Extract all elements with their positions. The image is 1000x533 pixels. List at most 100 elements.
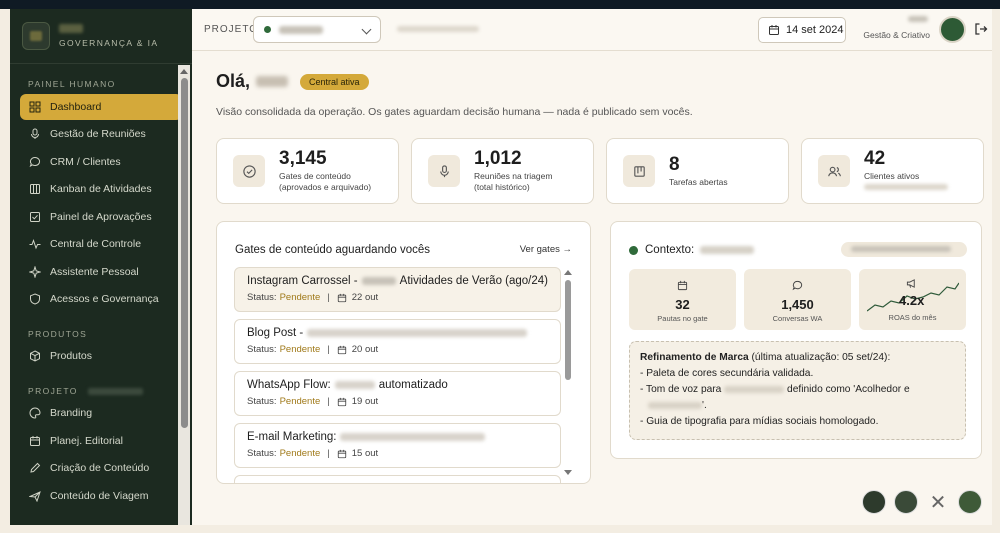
gate-item[interactable]: Blog Post - Status: Pendente | 20 out — [234, 319, 561, 364]
metric-value: 4.2x — [899, 293, 925, 308]
gate-meta: Status: Pendente | 22 out — [247, 292, 379, 303]
board-icon — [623, 155, 655, 187]
status-pending: Pendente — [279, 344, 321, 355]
sidebar-item-central[interactable]: Central de Controle — [20, 231, 182, 257]
approval-icon — [28, 210, 42, 224]
gate-title: WhatsApp Flow: automatizado — [247, 379, 448, 391]
sidebar-item-dashboard[interactable]: Dashboard — [20, 93, 182, 120]
x-icon[interactable]: ✕ — [926, 490, 950, 514]
sidebar-item-label: Central de Controle — [50, 238, 142, 250]
gate-date: 22 out — [351, 292, 379, 303]
project-desc-blurred — [397, 26, 479, 32]
brand: GOVERNANÇA & IA — [10, 9, 192, 64]
megaphone-icon — [906, 279, 915, 288]
sidebar-item-viagem[interactable]: Conteúdo de Viagem — [20, 483, 182, 509]
avatar[interactable] — [939, 16, 966, 43]
gate-title: Instagram Carrossel - Atividades de Verão… — [247, 275, 548, 287]
gates-list: Instagram Carrossel - Atividades de Verão… — [234, 267, 561, 483]
sidebar-item-planej-editorial[interactable]: Planej. Editorial — [20, 428, 182, 454]
sidebar-item-acessos[interactable]: Acessos e Governança — [20, 286, 182, 312]
metric-conversas: 1,450 Conversas WA — [744, 269, 851, 330]
nav-projeto: Branding Planej. Editorial Criação de Co… — [10, 400, 192, 509]
social-icon-4[interactable] — [958, 490, 982, 514]
context-note: Refinamento de Marca (última atualização… — [629, 341, 966, 440]
page-subtitle: Visão consolidada da operação. Os gates … — [216, 106, 693, 118]
status-dot-icon — [264, 26, 271, 33]
stat-value: 1,012 — [474, 148, 522, 169]
edit-icon — [28, 461, 42, 475]
brand-logo[interactable] — [22, 22, 50, 50]
app-window: GOVERNANÇA & IA PAINEL HUMANO Dashboard … — [10, 9, 992, 525]
sidebar-item-branding[interactable]: Branding — [20, 400, 182, 426]
gate-item-partial[interactable] — [234, 475, 561, 483]
sidebar-item-aprovacoes[interactable]: Painel de Aprovações — [20, 204, 182, 230]
project-select[interactable] — [253, 16, 381, 43]
context-metrics: 32 Pautas no gate 1,450 Conversas WA 4.2… — [629, 269, 966, 330]
sidebar-item-label: CRM / Clientes — [50, 155, 121, 168]
logout-icon[interactable] — [974, 22, 988, 36]
sidebar-item-reunioes[interactable]: Gestão de Reuniões — [20, 121, 182, 147]
scrollbar-thumb[interactable] — [565, 280, 571, 380]
gate-date: 19 out — [351, 396, 379, 407]
stat-card-tarefas: 8 Tarefas abertas — [606, 138, 789, 204]
shield-icon — [28, 292, 42, 306]
sidebar-item-label: Criação de Conteúdo — [50, 462, 150, 474]
sidebar-item-label: Kanban de Atividades — [50, 183, 152, 195]
box-icon — [28, 349, 42, 363]
metric-value: 32 — [675, 297, 690, 312]
project-name-blurred — [279, 25, 323, 34]
sidebar-item-produtos[interactable]: Produtos — [20, 343, 182, 369]
metric-roas: 4.2x ROAS do mês — [859, 269, 966, 330]
plane-icon — [28, 489, 42, 503]
gate-item[interactable]: E-mail Marketing: Status: Pendente | 15 ou… — [234, 423, 561, 468]
calendar-icon — [769, 25, 779, 35]
sidebar: GOVERNANÇA & IA PAINEL HUMANO Dashboard … — [10, 9, 192, 525]
sidebar-item-criacao[interactable]: Criação de Conteúdo — [20, 455, 182, 481]
gate-meta: Status: Pendente | 20 out — [247, 344, 379, 355]
facebook-icon[interactable] — [894, 490, 918, 514]
scrollbar-thumb[interactable] — [180, 78, 188, 428]
stats-row: 3,145 Gates de conteúdo (aprovados e arqu… — [216, 138, 984, 204]
status-pending: Pendente — [279, 448, 321, 459]
calendar-icon — [677, 280, 688, 291]
sidebar-scrollbar[interactable] — [178, 65, 190, 525]
view-gates-link[interactable]: Ver gates → — [520, 244, 572, 255]
sidebar-item-label: Dashboard — [50, 100, 102, 113]
panel-title: Contexto: — [629, 244, 755, 256]
gate-title: Blog Post - — [247, 327, 548, 339]
scroll-down-arrow-icon[interactable] — [564, 470, 572, 475]
sidebar-item-label: Planej. Editorial — [50, 434, 123, 447]
metric-label: ROAS do mês — [888, 313, 937, 322]
sidebar-item-crm[interactable]: CRM / Clientes — [20, 149, 182, 175]
sidebar-item-label: Assistente Pessoal — [50, 265, 139, 278]
gate-date: 15 out — [351, 448, 379, 459]
sidebar-item-label: Painel de Aprovações — [50, 210, 152, 223]
sidebar-item-assistente[interactable]: Assistente Pessoal — [20, 259, 182, 285]
brand-subtitle: GOVERNANÇA & IA — [59, 38, 159, 48]
stat-card-clientes: 42 Clientes ativos — [801, 138, 984, 204]
panel-title: Gates de conteúdo aguardando vocês — [235, 244, 431, 256]
chevron-down-icon — [361, 24, 372, 35]
calendar-icon — [337, 449, 346, 458]
scroll-up-arrow-icon[interactable] — [564, 270, 572, 275]
gate-item[interactable]: Instagram Carrossel - Atividades de Verão… — [234, 267, 561, 312]
brand-name-blurred — [59, 24, 83, 33]
context-tag — [841, 242, 967, 257]
gates-scrollbar[interactable] — [563, 270, 573, 480]
section-projeto: PROJETO — [10, 383, 192, 399]
greeting-text: Olá, — [216, 71, 251, 91]
status-dot-icon — [629, 245, 638, 255]
greeting: Olá, Central ativa — [216, 71, 369, 92]
sidebar-item-kanban[interactable]: Kanban de Atividades — [20, 176, 182, 202]
sidebar-item-label: Branding — [50, 407, 93, 419]
gate-meta: Status: Pendente | 19 out — [247, 396, 379, 407]
kanban-icon — [28, 182, 42, 196]
social-icon-1[interactable] — [862, 490, 886, 514]
scroll-up-arrow-icon[interactable] — [180, 69, 188, 74]
calendar-icon — [28, 434, 42, 448]
metric-value: 1,450 — [781, 297, 814, 312]
date-picker-button[interactable]: 14 set 2024 — [758, 17, 846, 43]
sparkle-icon — [28, 265, 42, 279]
gate-item[interactable]: WhatsApp Flow: automatizado Status: Penden… — [234, 371, 561, 416]
stat-value: 3,145 — [279, 148, 327, 169]
